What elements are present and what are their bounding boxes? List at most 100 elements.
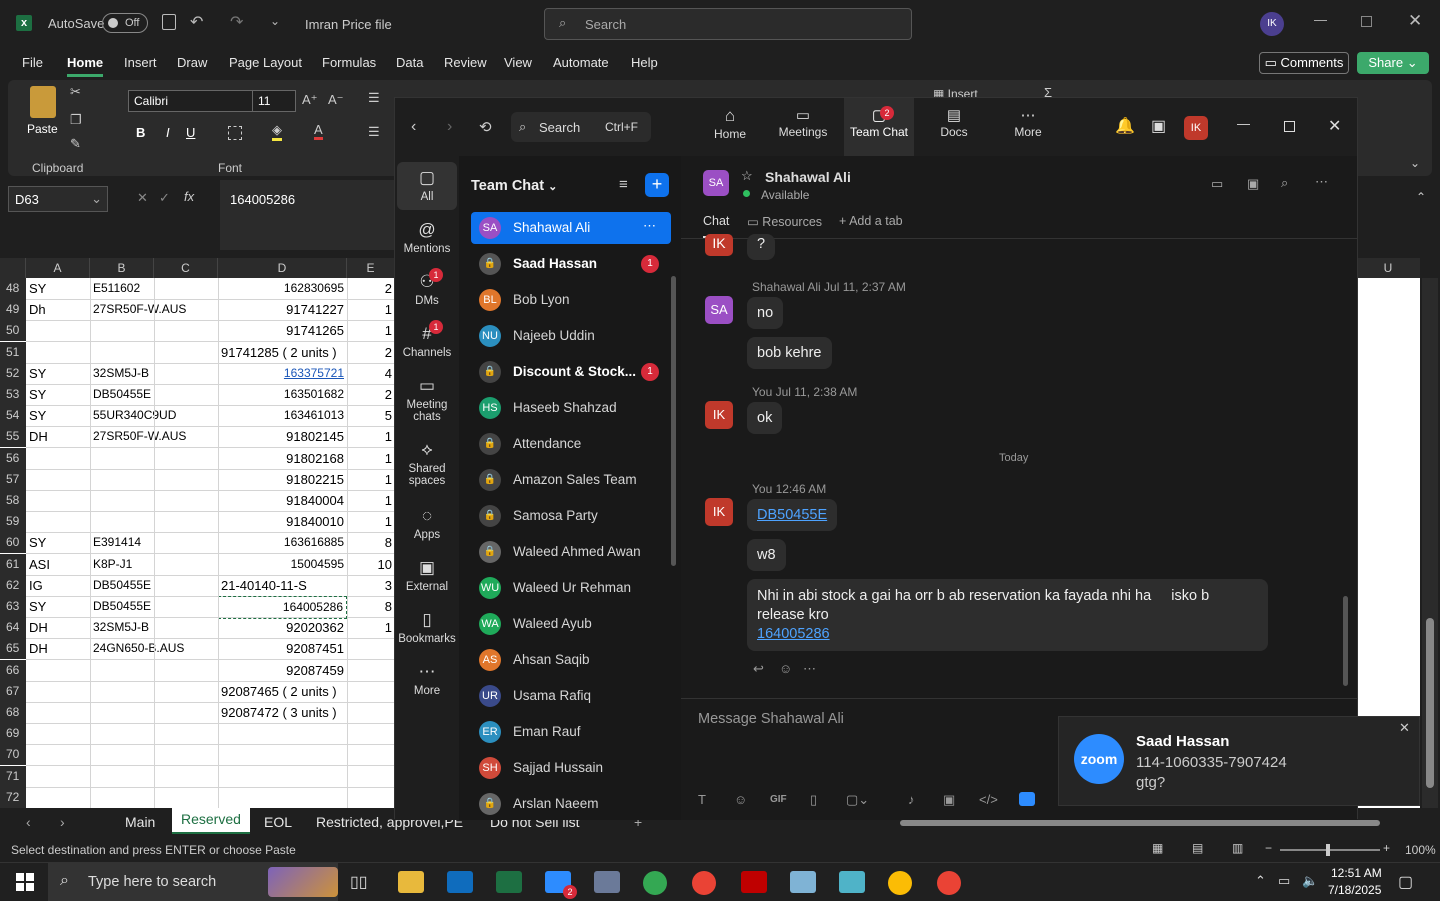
cell-a[interactable]: SY <box>26 532 90 553</box>
row-header[interactable]: 57 <box>0 468 26 490</box>
cell-e[interactable]: 1 <box>347 617 395 638</box>
vertical-scrollbar[interactable] <box>1422 278 1438 808</box>
rail-all[interactable]: ▢ All <box>397 162 457 210</box>
account-avatar[interactable]: IK <box>1260 12 1284 36</box>
chat-list-item[interactable]: HS Haseeb Shahzad <box>471 392 671 424</box>
nav-team-chat[interactable]: ▢ Team Chat 2 <box>844 98 914 156</box>
shrink-font-icon[interactable]: A⁻ <box>328 92 344 108</box>
code-icon[interactable]: </> <box>979 792 998 807</box>
cell-d[interactable]: 92087472 ( 3 units ) <box>218 702 347 723</box>
cell-a[interactable]: SY <box>26 596 90 617</box>
cell-d[interactable]: 91840004 <box>218 490 347 511</box>
rail-mentions[interactable]: @ Mentions <box>395 220 459 255</box>
cell-e[interactable]: 10 <box>347 554 395 575</box>
cell-d[interactable]: 91802145 <box>218 426 347 447</box>
cell-d[interactable]: 92020362 <box>218 617 347 638</box>
sheet-prev-icon[interactable]: ‹ <box>26 814 31 830</box>
menu-help[interactable]: Help <box>631 55 658 70</box>
cell-a[interactable]: SY <box>26 363 90 384</box>
cell-d[interactable]: 92087451 <box>218 638 347 659</box>
column-header-a[interactable]: A <box>26 258 90 278</box>
row-header[interactable]: 56 <box>0 447 26 469</box>
new-chat-button[interactable]: + <box>645 173 669 197</box>
cell-d[interactable]: 91741265 <box>218 320 347 341</box>
message-bubble[interactable]: ok <box>747 402 783 434</box>
zoom-out-icon[interactable]: − <box>1265 841 1272 855</box>
format-text-icon[interactable]: T <box>698 792 706 807</box>
zoom-level[interactable]: 100% <box>1405 843 1436 857</box>
row-header[interactable]: 62 <box>0 574 26 596</box>
network-icon[interactable]: ▭ <box>1278 873 1290 889</box>
align-left-icon[interactable]: ☰ <box>368 124 380 140</box>
cell-a[interactable]: SY <box>26 384 90 405</box>
chrome-icon[interactable] <box>643 871 667 895</box>
cell-a[interactable]: SY <box>26 278 90 299</box>
message-bubble-long[interactable]: Nhi in abi stock a gai ha orr b ab reser… <box>747 579 1268 651</box>
notes-app-icon[interactable] <box>790 871 816 893</box>
cell-a[interactable]: DH <box>26 638 90 659</box>
chat-list-title[interactable]: Team Chat ⌄ <box>471 178 557 194</box>
cell-d[interactable]: 91802215 <box>218 469 347 490</box>
excel-taskbar-icon[interactable] <box>496 871 522 893</box>
menu-draw[interactable]: Draw <box>177 55 207 70</box>
fill-color-icon[interactable]: ◈ <box>272 122 282 141</box>
toast-close-icon[interactable]: ✕ <box>1399 720 1410 736</box>
microphone-icon[interactable]: ♪ <box>908 792 915 807</box>
outlook-icon[interactable] <box>447 871 473 893</box>
cell-e[interactable]: 1 <box>347 426 395 447</box>
calculator-icon[interactable] <box>594 871 620 893</box>
row-header[interactable]: 50 <box>0 320 26 342</box>
cell-b[interactable]: K8P-J1 <box>90 554 154 575</box>
italic-button[interactable]: I <box>166 125 170 140</box>
redo-icon[interactable]: ↷ <box>230 12 243 32</box>
conversation-more-icon[interactable]: ⋯ <box>1315 174 1328 190</box>
cell-b[interactable]: 27SR50F-W.AUS <box>90 426 186 447</box>
rail-bookmarks[interactable]: ▯ Bookmarks <box>395 610 459 645</box>
app-icon[interactable] <box>1019 792 1035 806</box>
row-header[interactable]: 53 <box>0 384 26 405</box>
cell-b[interactable]: 32SM5J-B <box>90 363 154 384</box>
column-header-u[interactable]: U <box>1384 261 1393 275</box>
column-header-b[interactable]: B <box>90 258 154 278</box>
clock-time[interactable]: 12:51 AM <box>1331 866 1382 880</box>
comments-button[interactable]: ▭ Comments <box>1259 52 1349 74</box>
chat-list-item[interactable]: 🔒 Saad Hassan 1 <box>471 248 671 280</box>
cell-d[interactable]: 163461013 <box>218 405 347 426</box>
zoom-taskbar-icon[interactable]: 2 <box>545 871 577 899</box>
nav-docs[interactable]: ▤ Docs <box>929 106 979 139</box>
cell-b[interactable]: E391414 <box>90 532 154 553</box>
zoom-notification-toast[interactable]: zoom Saad Hassan 114-1060335-7907424 gtg… <box>1058 716 1420 806</box>
row-header[interactable]: 66 <box>0 659 26 681</box>
row-header[interactable]: 71 <box>0 765 26 787</box>
chat-list-scrollbar[interactable] <box>671 276 676 566</box>
sheet-next-icon[interactable]: › <box>60 814 65 830</box>
cell-d[interactable]: 91840010 <box>218 511 347 532</box>
whiteboard-icon[interactable]: ▣ <box>1151 116 1166 136</box>
row-header[interactable]: 69 <box>0 723 26 745</box>
cell-a[interactable]: DH <box>26 617 90 638</box>
column-header-e[interactable]: E <box>347 258 395 278</box>
cell-b[interactable]: 32SM5J-B <box>90 617 154 638</box>
name-box[interactable]: D63 ⌄ <box>8 186 108 212</box>
cell-d[interactable]: 91741285 ( 2 units ) <box>218 342 347 363</box>
file-title[interactable]: Imran Price file <box>305 17 392 32</box>
autosave-toggle[interactable]: Off <box>102 13 148 33</box>
menu-review[interactable]: Review <box>444 55 487 70</box>
chat-list-item[interactable]: 🔒 Amazon Sales Team <box>471 464 671 496</box>
zoom-slider[interactable] <box>1280 844 1380 856</box>
borders-icon[interactable] <box>228 126 242 140</box>
chat-list-item[interactable]: 🔒 Arslan Naeem <box>471 788 671 820</box>
message-bubble[interactable]: ? <box>747 234 776 260</box>
minimize-icon[interactable]: — <box>1314 12 1327 27</box>
start-icon[interactable] <box>16 873 34 891</box>
cell-b[interactable]: 55UR340C9UD <box>90 405 176 426</box>
screen-share-icon[interactable]: ▣ <box>1247 176 1259 192</box>
customize-qat-icon[interactable]: ⌄ <box>270 14 280 28</box>
menu-home[interactable]: Home <box>67 55 104 77</box>
confirm-entry-icon[interactable]: ✓ <box>159 190 170 206</box>
row-header[interactable]: 58 <box>0 490 26 511</box>
chat-list-item[interactable]: WA Waleed Ayub <box>471 608 671 640</box>
zoom-account-avatar[interactable]: IK <box>1184 116 1208 140</box>
row-header[interactable]: 70 <box>0 744 26 766</box>
task-view-icon[interactable]: ▯▯ <box>350 872 368 892</box>
